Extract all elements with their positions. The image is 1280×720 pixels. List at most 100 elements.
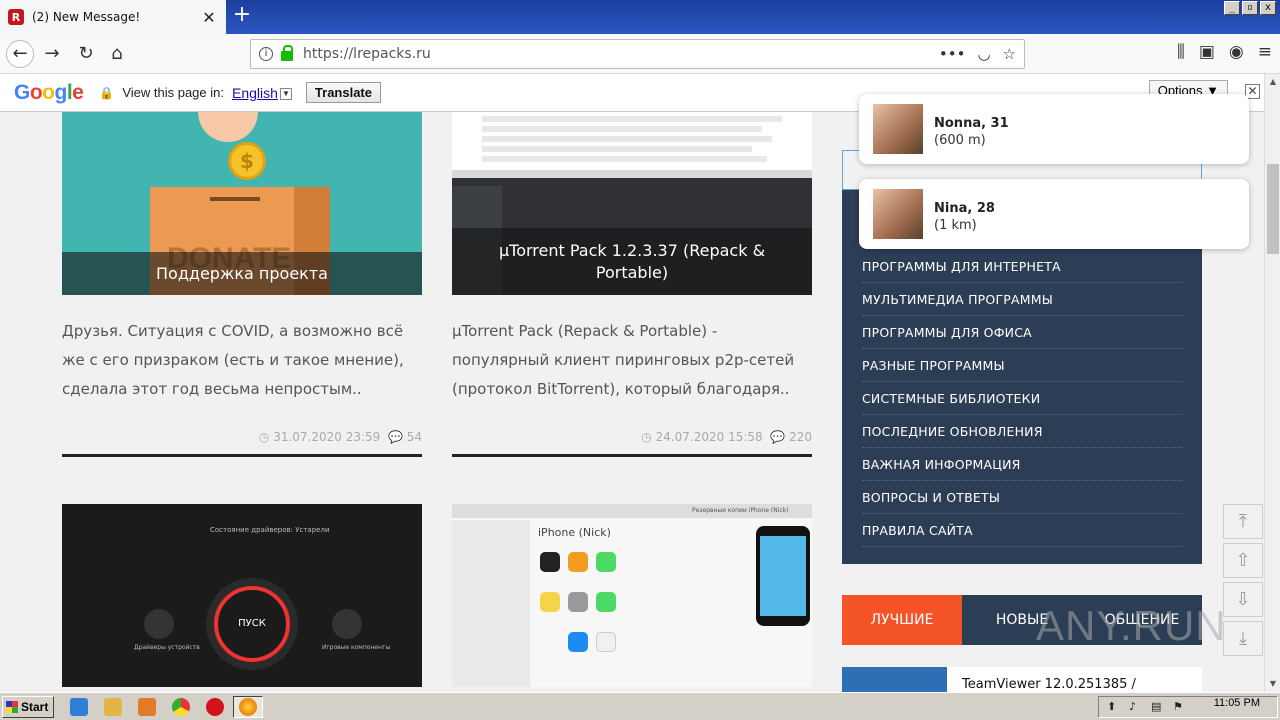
ie-icon[interactable] [70, 698, 88, 716]
start-scan-button: ПУСК [214, 586, 290, 662]
pocket-icon[interactable]: ◡ [977, 45, 990, 63]
flag-icon[interactable]: ⚑ [1173, 701, 1185, 713]
post-card[interactable]: $ DONATE Поддержка проекта Друзья. Ситуа… [62, 112, 422, 457]
post-date: 24.07.2020 15:58 [655, 430, 763, 444]
media-player-icon[interactable] [138, 698, 156, 716]
clock: 11:05 PM [1213, 697, 1260, 709]
forward-icon[interactable]: → [38, 40, 66, 68]
start-button[interactable]: Start [2, 696, 54, 718]
url-bar[interactable]: i https://lrepacks.ru ••• ◡ ☆ [250, 39, 1025, 69]
post-date: 31.07.2020 23:59 [273, 430, 381, 444]
menu-item[interactable]: ПРАВИЛА САЙТА [862, 514, 1182, 547]
avatar [873, 189, 923, 239]
post-excerpt: µTorrent Pack (Repack & Portable) - попу… [452, 322, 795, 398]
view-label: View this page in: [122, 85, 224, 100]
menu-icon[interactable]: ≡ [1258, 42, 1272, 62]
post-meta: ◷ 24.07.2020 15:58 💬 220 [452, 430, 812, 444]
notification-distance: (1 km) [934, 218, 977, 233]
post-card[interactable]: Резервные копии iPhone (Nick) iPhone (Ni… [452, 504, 812, 687]
sidebar-icon[interactable]: ▣ [1199, 42, 1215, 62]
account-icon[interactable]: ◉ [1229, 42, 1244, 62]
divider [452, 454, 812, 457]
language-select[interactable]: English ▼ [232, 85, 292, 101]
scrollbar-thumb[interactable] [1267, 164, 1279, 254]
clock-icon: ◷ [258, 430, 270, 444]
chevron-down-icon[interactable]: ▼ [279, 87, 292, 100]
scroll-down-arrow-icon[interactable]: ▼ [1265, 676, 1280, 692]
post-image[interactable]: µTorrent Pack 1.2.3.37 (Repack & Portabl… [452, 112, 812, 295]
opera-icon[interactable] [206, 698, 224, 716]
minimize-icon[interactable]: _ [1224, 1, 1240, 15]
menu-item[interactable]: ВОПРОСЫ И ОТВЕТЫ [862, 481, 1182, 514]
tab-best[interactable]: ЛУЧШИЕ [842, 595, 962, 645]
scroll-up-arrow-icon[interactable]: ▲ [1265, 74, 1280, 90]
translate-button[interactable]: Translate [305, 82, 381, 103]
notification-distance: (600 m) [934, 133, 986, 148]
post-image[interactable]: $ DONATE Поддержка проекта [62, 112, 422, 295]
menu-list: ПРОГРАММЫ ДЛЯ ИНТЕРНЕТА МУЛЬТИМЕДИА ПРОГ… [862, 250, 1182, 547]
tab-title: (2) New Message! [32, 10, 141, 24]
coin-icon: $ [228, 142, 266, 180]
menu-item[interactable]: РАЗНЫЕ ПРОГРАММЫ [862, 349, 1182, 382]
divider [62, 454, 422, 457]
comment-count[interactable]: 54 [407, 430, 422, 444]
comment-icon: 💬 [770, 430, 786, 444]
scroll-down-icon[interactable]: ⇩ [1223, 582, 1263, 617]
maximize-icon[interactable]: ▫ [1242, 1, 1258, 15]
navigation-toolbar: ← → ↻ ⌂ i https://lrepacks.ru ••• ◡ ☆ ⫼ … [0, 34, 1280, 74]
lock-icon: 🔒 [99, 85, 115, 100]
scroll-top-icon[interactable]: ⤒ [1223, 504, 1263, 539]
taskbar: Start ⬆ ♪ ▤ ⚑ 11:05 PM [0, 692, 1280, 720]
tab-close-icon[interactable]: ✕ [200, 8, 218, 27]
firefox-icon [239, 698, 257, 716]
list-item[interactable]: TeamViewer 12.0.251385 / 13.2.36218 [842, 667, 1202, 692]
post-card[interactable]: Состояние драйверов: Устарели ПУСК Драйв… [62, 504, 422, 687]
post-image[interactable]: Состояние драйверов: Устарели ПУСК Драйв… [62, 504, 422, 687]
notification-name: Nina, 28 [934, 201, 995, 216]
back-icon[interactable]: ← [6, 40, 34, 68]
clock-icon: ◷ [641, 430, 652, 444]
scroll-bottom-icon[interactable]: ⤓ [1223, 621, 1263, 656]
post-excerpt: Друзья. Ситуация с COVID, а возможно всё… [62, 322, 404, 398]
more-icon[interactable]: ••• [939, 45, 966, 63]
scroll-up-icon[interactable]: ⇧ [1223, 543, 1263, 578]
bookmark-star-icon[interactable]: ☆ [1003, 45, 1016, 63]
firefox-taskbar-button[interactable] [233, 696, 263, 718]
list-item-title[interactable]: TeamViewer 12.0.251385 / 13.2.36218 [962, 677, 1202, 692]
notification-name: Nonna, 31 [934, 116, 1009, 131]
notification-popup[interactable]: Nonna, 31 (600 m) [859, 94, 1249, 164]
menu-item[interactable]: МУЛЬТИМЕДИА ПРОГРАММЫ [862, 283, 1182, 316]
post-title[interactable]: µTorrent Pack 1.2.3.37 (Repack & Portabl… [452, 228, 812, 295]
post-card[interactable]: µTorrent Pack 1.2.3.37 (Repack & Portabl… [452, 112, 812, 457]
notification-popup[interactable]: Nina, 28 (1 km) [859, 179, 1249, 249]
menu-item[interactable]: ПРОГРАММЫ ДЛЯ ОФИСА [862, 316, 1182, 349]
folder-icon[interactable] [104, 698, 122, 716]
google-logo: Google [14, 80, 84, 104]
avatar [873, 104, 923, 154]
comment-count[interactable]: 220 [789, 430, 812, 444]
menu-item[interactable]: ПОСЛЕДНИЕ ОБНОВЛЕНИЯ [862, 415, 1182, 448]
library-icon[interactable]: ⫼ [1177, 42, 1185, 62]
watermark: ANY.RUN [1036, 602, 1227, 649]
info-icon[interactable]: i [259, 47, 273, 61]
url-text[interactable]: https://lrepacks.ru [303, 46, 939, 62]
window-close-icon[interactable]: x [1260, 1, 1276, 15]
browser-tab[interactable]: R (2) New Message! ✕ [0, 0, 226, 34]
post-meta: ◷ 31.07.2020 23:59 💬 54 [62, 430, 422, 444]
chrome-icon[interactable] [172, 698, 190, 716]
network-icon[interactable]: ▤ [1151, 701, 1163, 713]
reload-icon[interactable]: ↻ [72, 40, 100, 68]
tray-arrow-icon[interactable]: ⬆ [1107, 701, 1119, 713]
lock-icon[interactable] [281, 45, 293, 61]
menu-item[interactable]: ВАЖНАЯ ИНФОРМАЦИЯ [862, 448, 1182, 481]
menu-item[interactable]: СИСТЕМНЫЕ БИБЛИОТЕКИ [862, 382, 1182, 415]
comment-icon: 💬 [387, 430, 403, 444]
volume-icon[interactable]: ♪ [1129, 701, 1141, 713]
menu-item[interactable]: ПРОГРАММЫ ДЛЯ ИНТЕРНЕТА [862, 250, 1182, 283]
new-tab-icon[interactable]: + [230, 4, 254, 28]
site-favicon-icon: R [8, 9, 24, 25]
post-image[interactable]: Резервные копии iPhone (Nick) iPhone (Ni… [452, 504, 812, 687]
home-icon[interactable]: ⌂ [103, 40, 131, 68]
page-scrollbar[interactable]: ▲ ▼ [1264, 74, 1280, 692]
post-title[interactable]: Поддержка проекта [62, 252, 422, 295]
